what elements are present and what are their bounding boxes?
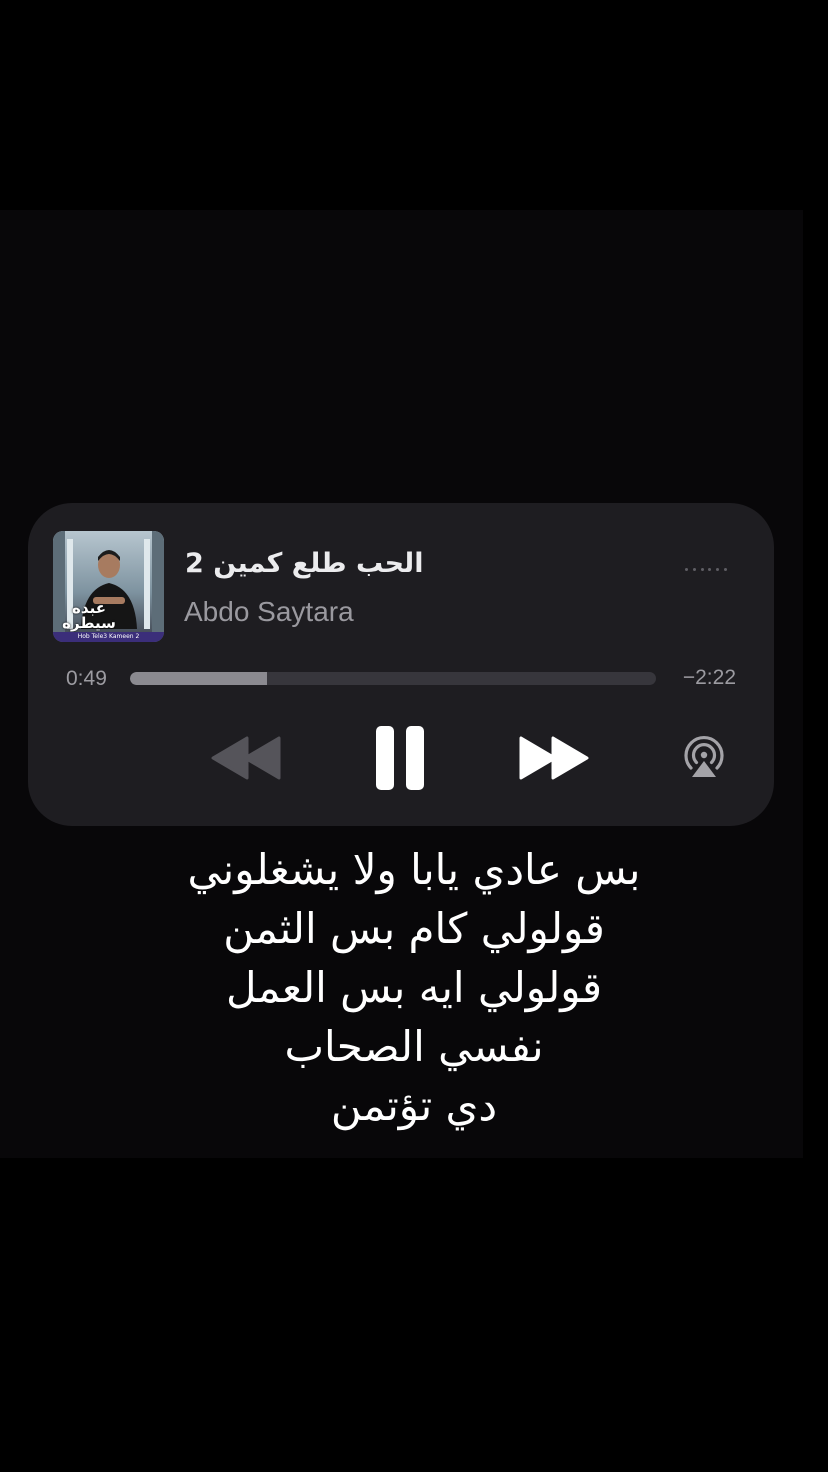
- fast-forward-button[interactable]: [519, 736, 589, 780]
- rewind-icon: [211, 736, 281, 780]
- lyric-line-3: قولولي ايه بس العمل: [225, 963, 603, 1012]
- time-elapsed: 0:49: [66, 667, 107, 690]
- progress-fill: [130, 672, 267, 685]
- lyric-line-5: دي تؤتمن: [330, 1081, 498, 1130]
- airplay-button[interactable]: [682, 735, 726, 779]
- airplay-icon: [684, 735, 724, 777]
- progress-scrubber[interactable]: [130, 672, 656, 685]
- artwork-caption: Hob Tele3 Kameen 2: [53, 632, 164, 642]
- track-artist: Abdo Saytara: [184, 596, 354, 627]
- now-playing-card: عبده سيطره Hob Tele3 Kameen 2 الحب طلع ك…: [28, 503, 774, 826]
- track-title: الحب طلع كمين 2: [185, 548, 424, 579]
- fast-forward-icon: [519, 736, 589, 780]
- pause-button[interactable]: [374, 725, 426, 791]
- more-dots-icon[interactable]: [685, 566, 727, 572]
- lyric-line-1: بس عادي يابا ولا يشغلوني: [187, 845, 641, 894]
- time-remaining: −2:22: [682, 666, 736, 689]
- lyrics-overlay: بس عادي يابا ولا يشغلوني قولولي كام بس ا…: [0, 840, 828, 1135]
- lyric-line-4: نفسي الصحاب: [284, 1022, 544, 1071]
- lyric-line-2: قولولي كام بس الثمن: [223, 904, 605, 953]
- artwork-logo-text: عبده سيطره: [62, 599, 116, 632]
- album-artwork[interactable]: عبده سيطره Hob Tele3 Kameen 2: [53, 531, 164, 642]
- rewind-button[interactable]: [211, 736, 281, 780]
- pause-icon: [376, 726, 424, 790]
